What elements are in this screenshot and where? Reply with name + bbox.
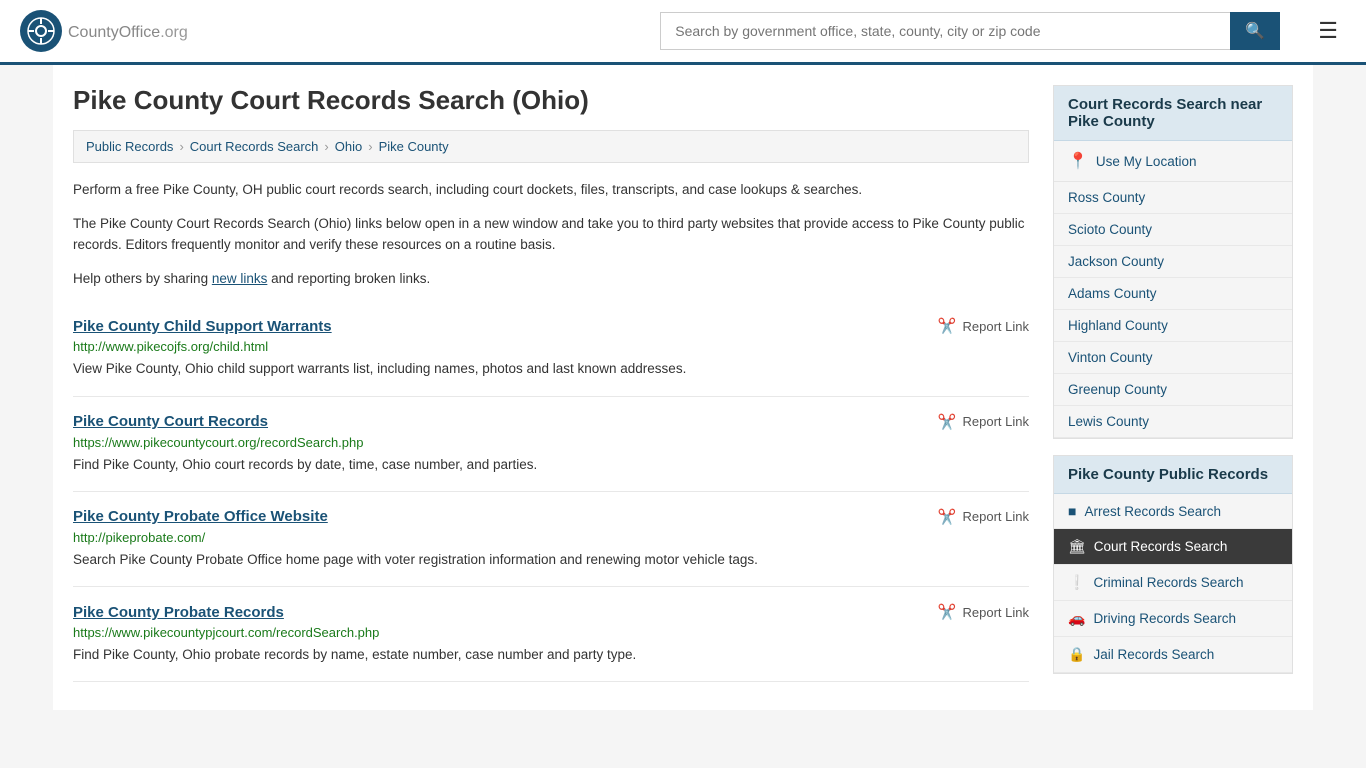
sidebar-county-item: Highland County: [1054, 310, 1292, 342]
pub-rec-item-2[interactable]: ❕ Criminal Records Search: [1054, 565, 1292, 601]
sidebar-county-item: Vinton County: [1054, 342, 1292, 374]
pub-rec-link-3[interactable]: Driving Records Search: [1093, 611, 1236, 626]
pub-rec-icon-4: 🔒: [1068, 646, 1085, 663]
sidebar-county-item: Greenup County: [1054, 374, 1292, 406]
description-para1: Perform a free Pike County, OH public co…: [73, 179, 1029, 201]
search-button[interactable]: 🔍: [1230, 12, 1280, 50]
result-title-3[interactable]: Pike County Probate Records: [73, 604, 284, 621]
result-desc-3: Find Pike County, Ohio probate records b…: [73, 645, 1029, 665]
pub-rec-item-3[interactable]: 🚗 Driving Records Search: [1054, 601, 1292, 637]
use-location-label: Use My Location: [1096, 154, 1197, 169]
breadcrumb-sep-3: ›: [368, 139, 372, 154]
use-location-btn[interactable]: 📍 Use My Location: [1054, 141, 1292, 182]
sidebar-county-item: Lewis County: [1054, 406, 1292, 438]
result-desc-0: View Pike County, Ohio child support war…: [73, 359, 1029, 379]
scissors-icon: ✂️: [938, 603, 957, 621]
sidebar-county-item: Jackson County: [1054, 246, 1292, 278]
report-link-btn-1[interactable]: ✂️ Report Link: [938, 413, 1029, 431]
pub-rec-icon-0: ■: [1068, 503, 1076, 519]
scissors-icon: ✂️: [938, 413, 957, 431]
county-link-7[interactable]: Lewis County: [1068, 414, 1149, 429]
pub-rec-item-0[interactable]: ■ Arrest Records Search: [1054, 494, 1292, 529]
public-records-section: Pike County Public Records ■ Arrest Recor…: [1053, 455, 1293, 674]
result-url-2[interactable]: http://pikeprobate.com/: [73, 530, 1029, 545]
scissors-icon: ✂️: [938, 317, 957, 335]
sidebar-county-item: Scioto County: [1054, 214, 1292, 246]
result-item: Pike County Probate Office Website ✂️ Re…: [73, 492, 1029, 587]
logo-icon: [20, 10, 62, 52]
page-title: Pike County Court Records Search (Ohio): [73, 85, 1029, 116]
county-link-4[interactable]: Highland County: [1068, 318, 1168, 333]
breadcrumb-sep-2: ›: [324, 139, 328, 154]
sidebar-county-item: Adams County: [1054, 278, 1292, 310]
county-link-0[interactable]: Ross County: [1068, 190, 1145, 205]
county-link-1[interactable]: Scioto County: [1068, 222, 1152, 237]
pub-rec-icon-3: 🚗: [1068, 610, 1085, 627]
report-label: Report Link: [963, 319, 1029, 334]
result-url-3[interactable]: https://www.pikecountypjcourt.com/record…: [73, 625, 1029, 640]
result-header: Pike County Probate Office Website ✂️ Re…: [73, 508, 1029, 526]
result-item: Pike County Court Records ✂️ Report Link…: [73, 397, 1029, 492]
description-para2: The Pike County Court Records Search (Oh…: [73, 213, 1029, 256]
report-label: Report Link: [963, 605, 1029, 620]
scissors-icon: ✂️: [938, 508, 957, 526]
sidebar: Court Records Search near Pike County 📍 …: [1053, 85, 1293, 690]
sidebar-county-item: Ross County: [1054, 182, 1292, 214]
breadcrumb-sep-1: ›: [179, 139, 183, 154]
public-records-list: ■ Arrest Records Search 🏛 Court Records Sea…: [1054, 494, 1292, 673]
county-link-5[interactable]: Vinton County: [1068, 350, 1153, 365]
breadcrumb-court-records[interactable]: Court Records Search: [190, 139, 319, 154]
pub-rec-label-1: Court Records Search: [1094, 539, 1228, 554]
search-input[interactable]: [660, 12, 1230, 50]
description-para3: Help others by sharing new links and rep…: [73, 268, 1029, 290]
nearby-header: Court Records Search near Pike County: [1054, 86, 1292, 141]
result-desc-2: Search Pike County Probate Office home p…: [73, 550, 1029, 570]
content-area: Pike County Court Records Search (Ohio) …: [73, 85, 1029, 690]
result-desc-1: Find Pike County, Ohio court records by …: [73, 455, 1029, 475]
report-link-btn-2[interactable]: ✂️ Report Link: [938, 508, 1029, 526]
report-link-btn-0[interactable]: ✂️ Report Link: [938, 317, 1029, 335]
menu-button[interactable]: ☰: [1310, 14, 1346, 48]
report-label: Report Link: [963, 414, 1029, 429]
site-header: CountyOffice.org 🔍 ☰: [0, 0, 1366, 65]
result-title-0[interactable]: Pike County Child Support Warrants: [73, 318, 332, 335]
report-link-btn-3[interactable]: ✂️ Report Link: [938, 603, 1029, 621]
nearby-section: Court Records Search near Pike County 📍 …: [1053, 85, 1293, 439]
location-icon: 📍: [1068, 151, 1088, 171]
breadcrumb-pike-county[interactable]: Pike County: [379, 139, 449, 154]
pub-rec-icon-2: ❕: [1068, 574, 1085, 591]
pub-rec-link-2[interactable]: Criminal Records Search: [1093, 575, 1243, 590]
new-links-link[interactable]: new links: [212, 271, 268, 286]
result-title-2[interactable]: Pike County Probate Office Website: [73, 508, 328, 525]
breadcrumb: Public Records › Court Records Search › …: [73, 130, 1029, 163]
search-bar: 🔍: [660, 12, 1280, 50]
result-item: Pike County Probate Records ✂️ Report Li…: [73, 587, 1029, 682]
results-list: Pike County Child Support Warrants ✂️ Re…: [73, 301, 1029, 682]
county-link-3[interactable]: Adams County: [1068, 286, 1157, 301]
county-link-6[interactable]: Greenup County: [1068, 382, 1167, 397]
pub-rec-item-4[interactable]: 🔒 Jail Records Search: [1054, 637, 1292, 673]
result-item: Pike County Child Support Warrants ✂️ Re…: [73, 301, 1029, 396]
breadcrumb-ohio[interactable]: Ohio: [335, 139, 362, 154]
result-url-1[interactable]: https://www.pikecountycourt.org/recordSe…: [73, 435, 1029, 450]
county-link-2[interactable]: Jackson County: [1068, 254, 1164, 269]
breadcrumb-public-records[interactable]: Public Records: [86, 139, 173, 154]
result-url-0[interactable]: http://www.pikecojfs.org/child.html: [73, 339, 1029, 354]
report-label: Report Link: [963, 509, 1029, 524]
public-records-header: Pike County Public Records: [1054, 456, 1292, 494]
result-title-1[interactable]: Pike County Court Records: [73, 413, 268, 430]
main-container: Pike County Court Records Search (Ohio) …: [53, 65, 1313, 710]
logo-link[interactable]: CountyOffice.org: [20, 10, 188, 52]
result-header: Pike County Court Records ✂️ Report Link: [73, 413, 1029, 431]
pub-rec-icon-1: 🏛: [1068, 538, 1086, 555]
result-header: Pike County Probate Records ✂️ Report Li…: [73, 603, 1029, 621]
county-list: Ross County Scioto County Jackson County Ad…: [1054, 182, 1292, 438]
pub-rec-item-1[interactable]: 🏛 Court Records Search: [1054, 529, 1292, 565]
result-header: Pike County Child Support Warrants ✂️ Re…: [73, 317, 1029, 335]
logo-text: CountyOffice.org: [68, 20, 188, 43]
pub-rec-link-4[interactable]: Jail Records Search: [1093, 647, 1214, 662]
pub-rec-link-0[interactable]: Arrest Records Search: [1084, 504, 1221, 519]
